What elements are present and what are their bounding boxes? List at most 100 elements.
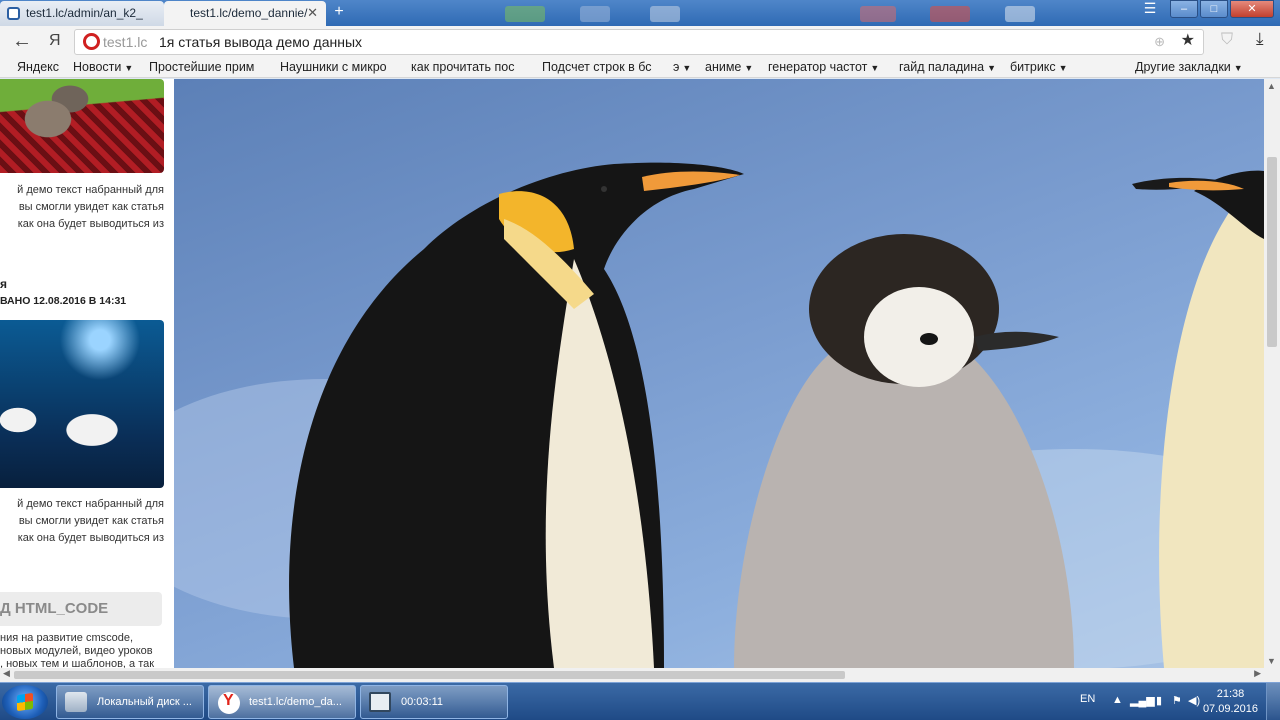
penguins-illustration — [174, 162, 1264, 668]
bookmark-folder[interactable]: э ▼ — [673, 60, 691, 74]
volume-icon[interactable]: ◀) — [1188, 694, 1200, 707]
yandex-home-button[interactable]: Я — [49, 32, 61, 50]
screen-recorder-icon — [369, 692, 391, 712]
taskbar-item-browser[interactable]: test1.lc/demo_da... — [208, 685, 356, 719]
navigation-bar: ← Я test1.lc 1я статья вывода демо данны… — [0, 26, 1280, 58]
start-button[interactable] — [2, 685, 48, 719]
bookmark-label: гайд паладина — [899, 60, 985, 74]
horizontal-scrollbar[interactable]: ◀ ▶ — [0, 668, 1264, 682]
background-app-icon — [930, 6, 970, 22]
address-bar[interactable]: test1.lc 1я статья вывода демо данных ⊕ … — [74, 29, 1204, 55]
window-controls: – □ ✕ — [1170, 0, 1274, 20]
bookmark-item[interactable]: Простейшие прим — [149, 60, 267, 74]
article-thumbnail-swans[interactable] — [0, 320, 164, 488]
windows-logo-icon — [17, 692, 33, 712]
scroll-right-icon[interactable]: ▶ — [1254, 668, 1261, 679]
taskbar-item-explorer[interactable]: Локальный диск ... — [56, 685, 204, 719]
scroll-thumb[interactable] — [1267, 157, 1277, 347]
new-tab-button[interactable]: + — [330, 3, 348, 21]
address-host: test1.lc — [103, 34, 148, 50]
clock-time: 21:38 — [1216, 688, 1245, 700]
taskbar-item-recorder[interactable]: 00:03:11 — [360, 685, 508, 719]
windows-taskbar: Локальный диск ... test1.lc/demo_da... 0… — [0, 682, 1280, 720]
bookmarks-bar: Яндекс Новости ▼ Простейшие прим Наушники… — [0, 58, 1280, 78]
scroll-thumb[interactable] — [14, 671, 845, 679]
vertical-scrollbar[interactable]: ▲ ▼ — [1264, 79, 1280, 668]
widget-text-line: ния на развитие cmscode, — [0, 632, 134, 644]
article-thumbnail-cat[interactable] — [0, 79, 164, 173]
download-icon[interactable]: ⤓ — [1256, 29, 1264, 49]
bookmark-label: Другие закладки — [1135, 60, 1231, 74]
yandex-browser-icon — [218, 686, 240, 717]
minimize-button[interactable]: – — [1170, 0, 1198, 18]
language-indicator[interactable]: EN — [1080, 693, 1095, 705]
sidebar: й демо текст набранный для вы смогли уви… — [0, 79, 174, 668]
article-excerpt: й демо текст набранный для вы смогли уви… — [0, 496, 164, 547]
network-signal-icon[interactable]: ▂▄▆ — [1130, 694, 1155, 707]
bookmark-label: битрикс — [1010, 60, 1056, 74]
tab-label: test1.lc/demo_dannie/ — [190, 6, 308, 20]
taskbar-item-label: Локальный диск ... — [97, 696, 192, 708]
tab-strip: test1.lc/admin/an_k2_ test1.lc/demo_dann… — [0, 0, 1280, 26]
scroll-down-icon[interactable]: ▼ — [1267, 656, 1276, 666]
shield-icon[interactable]: ⛉ — [1221, 31, 1233, 49]
bookmark-folder-news[interactable]: Новости ▼ — [73, 60, 133, 74]
tab-admin[interactable]: test1.lc/admin/an_k2_ — [0, 1, 164, 26]
penguin-chick — [734, 234, 1074, 668]
excerpt-line: й демо текст набранный для — [17, 498, 164, 510]
bookmark-folder[interactable]: гайд паладина ▼ — [899, 60, 996, 74]
bookmark-folder-anime[interactable]: аниме ▼ — [705, 60, 753, 74]
bookmark-folder[interactable]: генератор частот ▼ — [768, 60, 879, 74]
background-app-icon — [650, 6, 680, 22]
article-heading[interactable]: я — [0, 277, 7, 291]
scrollbar-corner — [1264, 668, 1280, 682]
bookmark-item[interactable]: Наушники с микро — [280, 60, 398, 74]
excerpt-line: как она будет выводиться из — [17, 218, 164, 230]
tab-label: test1.lc/admin/an_k2_ — [26, 6, 143, 20]
background-app-icon — [860, 6, 896, 22]
excerpt-line: вы смогли увидет как статья — [18, 201, 164, 213]
bookmark-folder-bitrix[interactable]: битрикс ▼ — [1010, 60, 1068, 74]
excerpt-line: как она будет выводиться из — [17, 532, 164, 544]
back-button[interactable]: ← — [12, 30, 32, 53]
tab-demo[interactable]: test1.lc/demo_dannie/ ✕ — [164, 1, 326, 26]
scroll-up-icon[interactable]: ▲ — [1267, 81, 1276, 91]
bookmark-label: Подсчет строк в бс — [542, 60, 652, 74]
show-hidden-icons-icon[interactable]: ▲ — [1112, 694, 1123, 706]
battery-icon[interactable]: ▮ — [1156, 694, 1162, 707]
bookmark-item[interactable]: Подсчет строк в бс — [542, 60, 660, 74]
bookmark-label: аниме — [705, 60, 742, 74]
bookmark-label: Наушники с микро — [280, 60, 387, 74]
clock[interactable]: 21:38 07.09.2016 — [1203, 687, 1258, 717]
scroll-left-icon[interactable]: ◀ — [3, 668, 10, 679]
excerpt-line: вы смогли увидет как статья — [18, 515, 164, 527]
widget-text-line: , новых тем и шаблонов, а так — [0, 658, 155, 668]
bookmark-folder-other[interactable]: Другие закладки ▼ — [1135, 60, 1243, 74]
bookmark-item[interactable]: как прочитать пос — [411, 60, 529, 74]
bookmark-star-icon[interactable]: ★ — [1181, 29, 1195, 53]
bookmark-yandex[interactable]: Яндекс — [17, 60, 59, 74]
chevron-down-icon: ▼ — [870, 63, 880, 73]
widget-text-line: новых модулей, видео уроков — [0, 645, 153, 657]
chevron-down-icon: ▼ — [1058, 63, 1068, 73]
chevron-down-icon: ▼ — [744, 63, 754, 73]
site-protect-icon[interactable] — [83, 33, 100, 50]
adult-penguin-left — [289, 162, 744, 668]
page-viewport: й демо текст набранный для вы смогли уви… — [0, 79, 1264, 668]
hero-image-penguins — [174, 79, 1264, 668]
site-favicon-icon — [7, 7, 20, 20]
flag-icon[interactable]: ⚑ — [1172, 694, 1182, 707]
drive-icon — [65, 692, 87, 712]
browser-menu-icon[interactable]: ☰ — [1138, 0, 1162, 18]
chevron-down-icon: ▼ — [1233, 63, 1243, 73]
globe-icon[interactable]: ⊕ — [1154, 30, 1165, 54]
maximize-button[interactable]: □ — [1200, 0, 1228, 18]
bookmark-label: как прочитать пос — [411, 60, 515, 74]
show-desktop-button[interactable] — [1266, 683, 1280, 720]
window-close-button[interactable]: ✕ — [1230, 0, 1274, 18]
widget-text: ния на развитие cmscode, новых модулей, … — [0, 632, 168, 668]
chevron-down-icon: ▼ — [682, 63, 692, 73]
bookmark-label: генератор частот — [768, 60, 868, 74]
bookmark-label: Простейшие прим — [149, 60, 255, 74]
close-tab-icon[interactable]: ✕ — [307, 1, 318, 25]
